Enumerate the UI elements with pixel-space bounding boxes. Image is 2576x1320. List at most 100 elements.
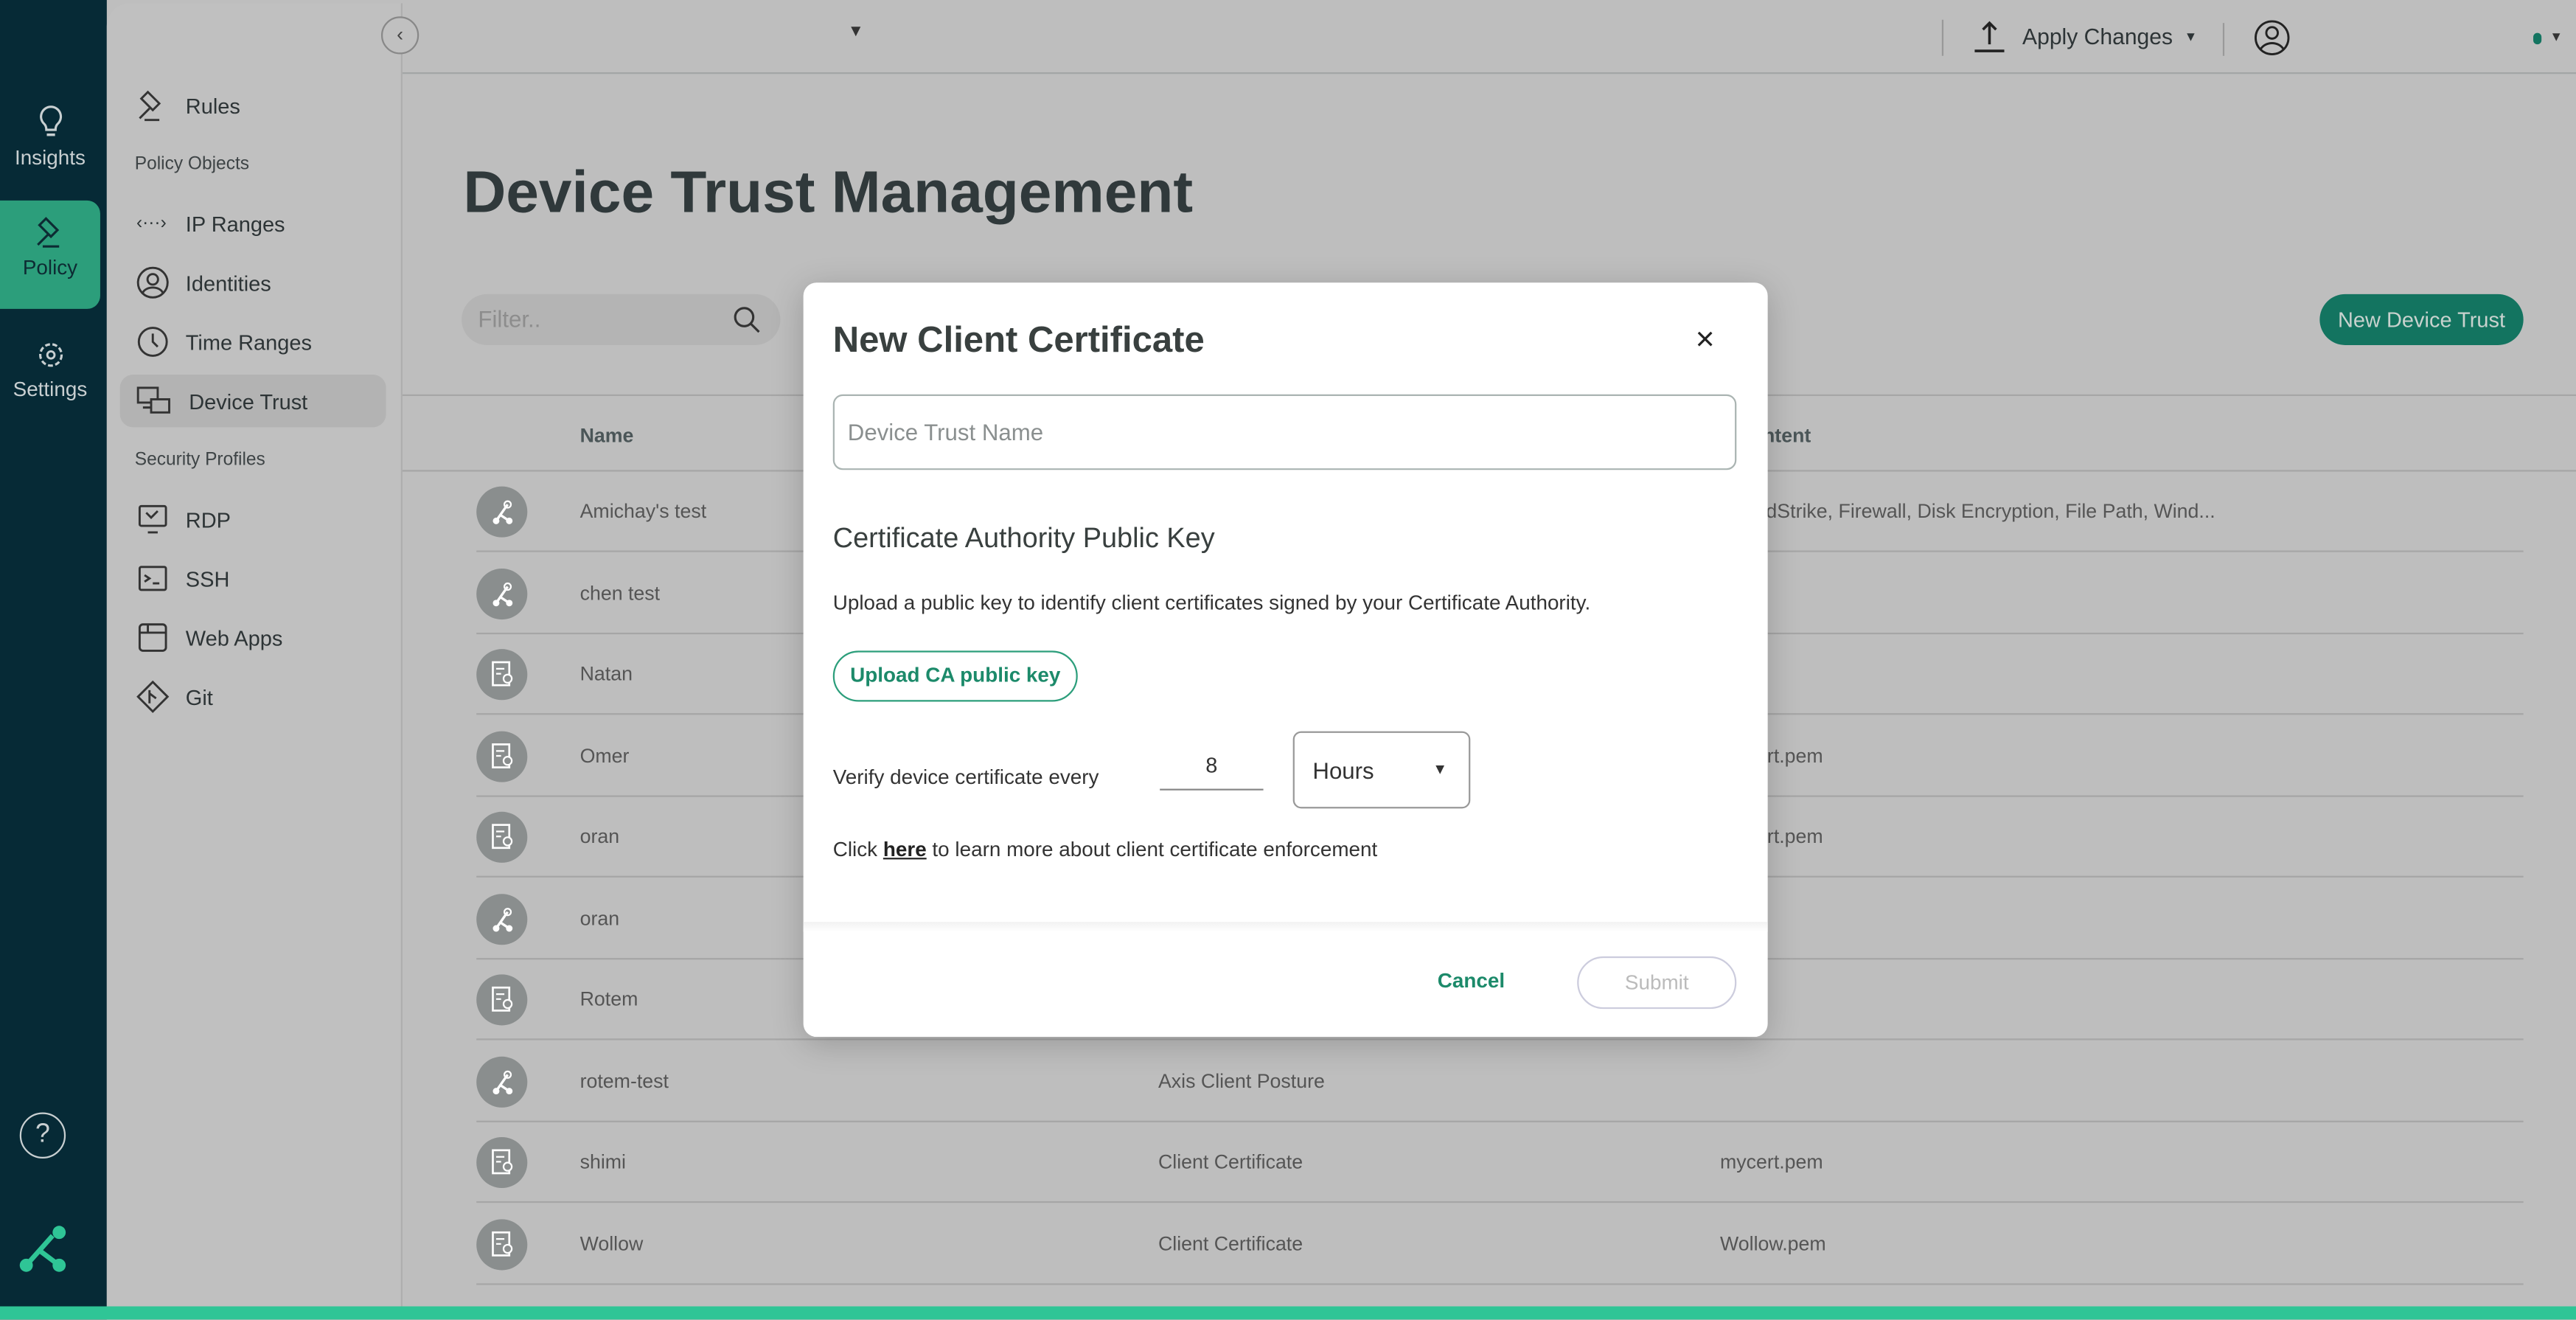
row-name: Wollow — [579, 1232, 644, 1255]
page-title: Device Trust Management — [463, 157, 1194, 226]
sidebar-item-rdp[interactable]: RDP — [120, 493, 386, 545]
row-name: oran — [579, 906, 620, 930]
interval-unit-select[interactable]: Hours ▼ — [1292, 731, 1471, 809]
certificate-icon — [476, 1218, 528, 1270]
sidebar-label: Web Apps — [185, 625, 283, 650]
nav-insights[interactable]: Insights — [0, 91, 100, 199]
row-name: shimi — [579, 1150, 627, 1174]
apply-changes-label: Apply Changes — [2022, 24, 2173, 49]
posture-icon — [476, 1055, 528, 1107]
description: Upload a public key to identify client c… — [832, 591, 1591, 615]
sidebar-label: Time Ranges — [185, 329, 312, 355]
submit-button[interactable]: Submit — [1577, 956, 1737, 1010]
dialog-title: New Client Certificate — [832, 319, 1205, 360]
certificate-icon — [476, 974, 528, 1026]
table-row[interactable]: shimi Client Certificate mycert.pem — [476, 1122, 2524, 1203]
new-client-certificate-dialog: New Client Certificate × Device Trust Na… — [803, 282, 1768, 1038]
help-icon[interactable]: ? — [19, 1112, 66, 1159]
section-heading-policy-objects: Policy Objects — [134, 154, 250, 175]
table-row[interactable]: Wollow Client Certificate Wollow.pem — [476, 1203, 2524, 1285]
row-name: Natan — [579, 662, 633, 686]
ip-range-icon: ‹···› — [136, 213, 167, 234]
row-name: Rotem — [579, 987, 638, 1011]
lightbulb-icon — [38, 105, 61, 136]
nav-label: Policy — [22, 256, 78, 279]
chevron-down-icon: ▼ — [1433, 760, 1448, 777]
row-content: Wollow.pem — [1720, 1232, 1826, 1255]
posture-icon — [476, 893, 528, 945]
secondary-sidebar: Rules Policy Objects ‹···› IP Ranges Iden… — [106, 3, 403, 1307]
unit-value: Hours — [1312, 757, 1374, 784]
row-content: CrowdStrike, Firewall, Disk Encryption, … — [1720, 499, 2215, 523]
learn-more-text: Click here to learn more about client ce… — [833, 838, 1378, 861]
sidebar-label: IP Ranges — [185, 211, 285, 236]
sidebar-item-time-ranges[interactable]: Time Ranges — [120, 316, 386, 368]
sidebar-label: Identities — [185, 270, 271, 295]
row-name: rotem-test — [579, 1069, 669, 1092]
upload-icon — [1974, 21, 2005, 52]
sidebar-item-rules[interactable]: Rules — [120, 79, 386, 131]
new-device-trust-button[interactable]: New Device Trust — [2319, 293, 2524, 345]
verify-interval-input[interactable]: 8 — [1160, 753, 1264, 791]
divider — [1941, 19, 1944, 56]
web-app-icon — [138, 623, 167, 652]
column-header-name[interactable]: Name — [580, 424, 634, 447]
nav-label: Insights — [14, 146, 86, 170]
name-placeholder: Device Trust Name — [847, 419, 1044, 445]
row-name: Amichay's test — [579, 499, 707, 523]
row-name: chen test — [579, 580, 661, 604]
gavel-icon — [139, 90, 161, 122]
section-heading-security-profiles: Security Profiles — [134, 450, 265, 470]
row-name: oran — [579, 824, 620, 848]
chevron-down-icon[interactable]: ▼ — [2549, 29, 2563, 44]
devices-icon — [136, 386, 170, 414]
certificate-icon — [476, 811, 528, 863]
learn-prefix: Click — [832, 838, 883, 861]
footer-divider — [803, 922, 1768, 932]
row-name: Omer — [579, 743, 630, 767]
row-type: Axis Client Posture — [1158, 1069, 1325, 1092]
apply-changes-button[interactable]: Apply Changes ▼ — [1971, 18, 2197, 55]
divider — [2222, 23, 2225, 56]
learn-more-link[interactable]: here — [883, 838, 927, 861]
terminal-icon — [138, 566, 167, 591]
posture-icon — [476, 567, 528, 619]
sidebar-item-git[interactable]: Git — [120, 670, 386, 723]
sidebar-label: SSH — [185, 566, 230, 591]
git-icon — [136, 680, 170, 713]
row-type: Client Certificate — [1158, 1232, 1303, 1255]
dropdown-caret-icon[interactable]: ▼ — [848, 23, 864, 41]
sidebar-item-ip-ranges[interactable]: ‹···› IP Ranges — [120, 197, 386, 249]
sidebar-label: Git — [185, 684, 213, 709]
nav-label: Settings — [13, 378, 88, 401]
sidebar-item-device-trust[interactable]: Device Trust — [119, 375, 386, 428]
cancel-button[interactable]: Cancel — [1438, 970, 1505, 993]
main-nav: Insights Policy Settings ? — [0, 0, 107, 1320]
nav-policy[interactable]: Policy — [0, 200, 100, 309]
row-content: mycert.pem — [1720, 1150, 1823, 1174]
sidebar-item-web-apps[interactable]: Web Apps — [120, 611, 386, 664]
section-title: Certificate Authority Public Key — [832, 522, 1215, 554]
user-avatar-icon[interactable] — [2254, 20, 2290, 56]
upload-ca-public-key-button[interactable]: Upload CA public key — [832, 650, 1078, 702]
remote-desktop-icon — [138, 504, 167, 534]
sidebar-item-identities[interactable]: Identities — [120, 257, 386, 309]
nav-settings[interactable]: Settings — [0, 325, 100, 434]
gavel-icon — [36, 217, 59, 248]
collapse-sidebar-button[interactable]: ‹ — [380, 16, 420, 55]
certificate-icon — [476, 1136, 528, 1189]
app: Insights Policy Settings ? Rules Policy … — [0, 0, 2576, 1320]
gear-icon — [38, 343, 63, 367]
device-trust-name-input[interactable]: Device Trust Name — [832, 394, 1737, 470]
user-icon — [136, 266, 169, 299]
sidebar-label: Rules — [185, 92, 240, 118]
sidebar-item-ssh[interactable]: SSH — [120, 552, 386, 605]
table-row[interactable]: rotem-test Axis Client Posture — [476, 1041, 2524, 1122]
close-icon[interactable]: × — [1696, 322, 1715, 360]
clock-icon — [137, 327, 168, 357]
chevron-down-icon: ▼ — [2184, 28, 2198, 44]
filter-input[interactable]: Filter.. — [462, 293, 781, 345]
search-icon — [734, 307, 760, 333]
bottom-bar — [0, 1306, 2576, 1320]
sidebar-label: Device Trust — [189, 388, 308, 414]
